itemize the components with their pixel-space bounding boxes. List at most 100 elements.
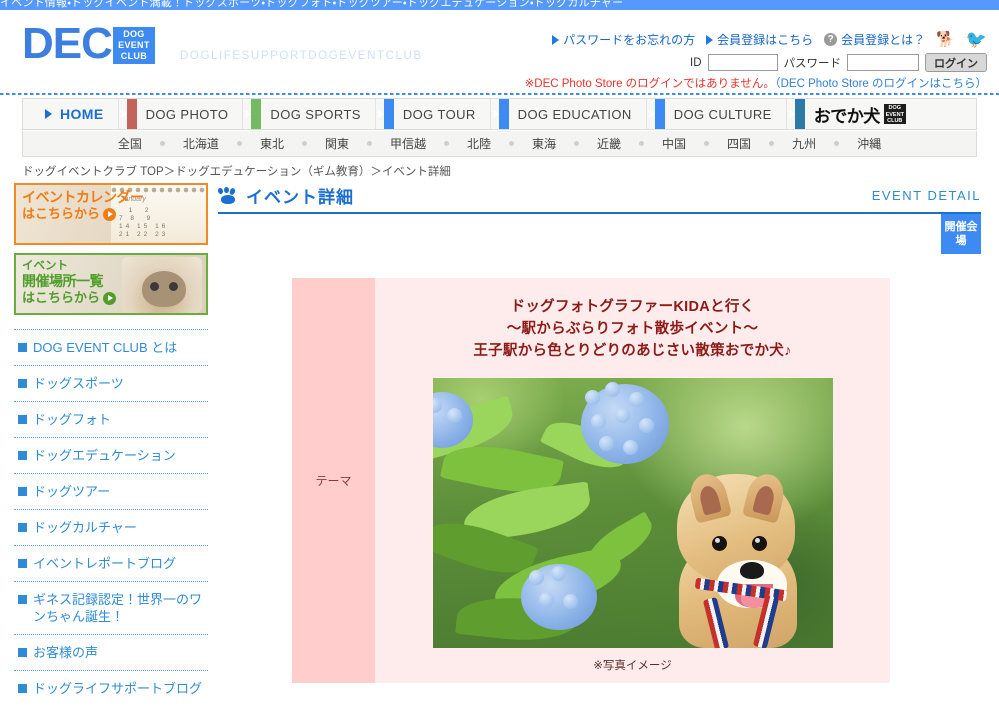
- sidebar-item-dog-tour[interactable]: ドッグツアー: [14, 474, 208, 509]
- triangle-right-icon: [788, 110, 795, 118]
- photo-caption: ※写真イメージ: [593, 660, 672, 672]
- nav-label-dog-tour: DOG TOUR: [402, 106, 476, 122]
- nav-item-home[interactable]: HOME: [23, 99, 119, 129]
- region-item-zenkoku[interactable]: 全国: [100, 135, 160, 152]
- nav-item-dog-culture[interactable]: DOG CULTURE: [647, 99, 787, 129]
- region-item-chugoku[interactable]: 中国: [644, 135, 704, 152]
- register-link[interactable]: 会員登録はこちら: [706, 31, 813, 48]
- id-input[interactable]: [707, 54, 778, 71]
- venue-list-banner[interactable]: イベント 開催場所一覧 はこちらから: [14, 253, 208, 315]
- sidebar-item-label: ドッグフォト: [33, 412, 112, 427]
- sidebar-item-label: ドッグエデュケーション: [33, 448, 176, 463]
- triangle-right-icon: [245, 110, 252, 118]
- logo-badge: DOG EVENT CLUB: [112, 27, 155, 64]
- event-calendar-banner-text: イベントカレンダー はこちらから: [22, 189, 144, 222]
- logo-badge-line-3: CLUB: [120, 51, 147, 61]
- region-item-hokuriku[interactable]: 北陸: [449, 135, 509, 152]
- odekaken-label: おでか犬: [813, 106, 881, 126]
- region-item-kinki[interactable]: 近畿: [579, 135, 639, 152]
- dog-photo-image: [122, 257, 202, 313]
- sidebar-item-dog-education[interactable]: ドッグエデュケーション: [14, 438, 208, 473]
- logo-badge-line-1: DOG: [123, 29, 145, 39]
- square-bullet-icon: [18, 684, 27, 693]
- forgot-password-link[interactable]: パスワードをお忘れの方: [552, 31, 695, 48]
- sidebar-item-event-report-blog[interactable]: イベントレポートブログ: [14, 546, 208, 581]
- section-title-group: イベント詳細: [217, 183, 354, 208]
- breadcrumb[interactable]: ドッグイベントクラブ TOP＞ドッグエデュケーション（ギム教育）＞イベント詳細: [22, 163, 451, 179]
- triangle-right-icon: [552, 34, 560, 45]
- odekaken-badge-line-1: DOG: [888, 105, 902, 111]
- nav-item-dog-photo[interactable]: DOG PHOTO: [119, 99, 244, 129]
- play-arrow-icon: [103, 207, 117, 221]
- password-label: パスワード: [783, 57, 842, 70]
- region-item-okinawa[interactable]: 沖縄: [839, 135, 899, 152]
- logo-badge-line-2: EVENT: [118, 40, 150, 50]
- triangle-right-icon: [120, 110, 127, 118]
- odekaken-badge-line-3: CLUB: [887, 118, 903, 124]
- login-button[interactable]: ログイン: [925, 53, 987, 72]
- venue-list-banner-text: イベント 開催場所一覧 はこちらから: [22, 259, 117, 306]
- event-title: ドッグフォトグラファーKIDAと行く ～駅からぶらりフォト散歩イベント～ 王子駅…: [389, 296, 876, 362]
- sidebar-item-label: イベントレポートブログ: [33, 556, 177, 571]
- photo-store-login-link[interactable]: （DEC Photo Store のログインはこちら）: [775, 78, 987, 90]
- region-item-hokkaido[interactable]: 北海道: [165, 135, 237, 152]
- triangle-right-icon: [377, 110, 384, 118]
- section-header: イベント詳細 EVENT DETAIL: [217, 183, 981, 214]
- nav-item-dog-tour[interactable]: DOG TOUR: [376, 99, 491, 129]
- region-item-kyushu[interactable]: 九州: [774, 135, 834, 152]
- sidebar-item-label: ドッグライフサポートブログ: [33, 681, 203, 696]
- logo-text: DEC: [22, 19, 113, 68]
- site-logo[interactable]: DEC DOG EVENT CLUB: [22, 19, 155, 68]
- id-label: ID: [690, 56, 702, 69]
- nav-item-odekaken[interactable]: おでか犬 DOG EVENT CLUB: [787, 99, 920, 129]
- marquee-text: イベント情報・ドッグイベント満載！ドッグスポーツ・ドッグフォト・ドッグツアー・ド…: [0, 0, 624, 9]
- about-membership-link[interactable]: ? 会員登録とは？: [824, 31, 925, 48]
- dog-face-icon: [142, 271, 186, 307]
- venue-button[interactable]: 開催会場: [941, 214, 981, 254]
- theme-label: テーマ: [315, 474, 352, 488]
- nav-item-dog-sports[interactable]: DOG SPORTS: [243, 99, 376, 129]
- event-title-line-1: ドッグフォトグラファーKIDAと行く: [510, 299, 755, 315]
- sidebar-item-guinness-record[interactable]: ギネス記録認定！世界一のワンちゃん誕生！: [14, 582, 208, 634]
- nav-accent-bar: [251, 99, 262, 129]
- venue-list-banner-title: 開催場所一覧: [22, 273, 104, 289]
- event-title-line-3: 王子駅から色とりどりのあじさい散策おでか犬♪: [473, 343, 792, 359]
- region-item-shikoku[interactable]: 四国: [709, 135, 769, 152]
- odekaken-badge: DOG EVENT CLUB: [883, 104, 906, 124]
- site-header: DEC DOG EVENT CLUB DOGLIFESUPPORTDOGEVEN…: [0, 10, 999, 93]
- square-bullet-icon: [18, 487, 27, 496]
- region-item-tohoku[interactable]: 東北: [242, 135, 302, 152]
- event-title-line-2: ～駅からぶらりフォト散歩イベント～: [506, 321, 759, 337]
- nav-item-dog-education[interactable]: DOG EDUCATION: [491, 99, 647, 129]
- square-bullet-icon: [18, 595, 27, 604]
- triangle-right-icon: [492, 110, 499, 118]
- nav-accent-bar: [794, 99, 805, 129]
- question-mark-icon: ?: [824, 33, 838, 46]
- dog-icon[interactable]: 🐕: [936, 32, 955, 47]
- nav-label-dog-culture: DOG CULTURE: [673, 106, 772, 122]
- sidebar: January 1 27 8 9 14 15 16 21 22 23 イベントカレン…: [14, 183, 212, 706]
- twitter-bird-icon[interactable]: 🐦: [966, 31, 987, 48]
- event-body: ドッグフォトグラファーKIDAと行く ～駅からぶらりフォト散歩イベント～ 王子駅…: [375, 278, 890, 683]
- region-item-koshinetsu[interactable]: 甲信越: [372, 135, 444, 152]
- sidebar-item-dog-sports[interactable]: ドッグスポーツ: [14, 366, 208, 401]
- square-bullet-icon: [18, 379, 27, 388]
- marquee-strip: イベント情報・ドッグイベント満載！ドッグスポーツ・ドッグフォト・ドッグツアー・ド…: [0, 0, 999, 10]
- sidebar-item-customer-voice[interactable]: お客様の声: [14, 635, 208, 670]
- event-calendar-banner[interactable]: January 1 27 8 9 14 15 16 21 22 23 イベントカレン…: [14, 183, 208, 245]
- sidebar-item-dog-culture[interactable]: ドッグカルチャー: [14, 510, 208, 545]
- nav-label-home: HOME: [60, 106, 104, 122]
- event-calendar-banner-title: イベントカレンダー: [22, 189, 144, 205]
- login-notice: ※DEC Photo Store のログインではありません。（DEC Photo…: [525, 75, 987, 91]
- sidebar-item-label: お客様の声: [33, 645, 99, 660]
- password-input[interactable]: [847, 54, 919, 71]
- region-item-tokai[interactable]: 東海: [514, 135, 574, 152]
- region-item-kanto[interactable]: 関東: [307, 135, 367, 152]
- sidebar-item-label: DOG EVENT CLUB とは: [33, 340, 178, 355]
- sidebar-item-dog-photo[interactable]: ドッグフォト: [14, 402, 208, 437]
- register-label: 会員登録はこちら: [717, 33, 814, 47]
- login-form: ID パスワード ログイン: [690, 53, 987, 72]
- sidebar-item-about[interactable]: DOG EVENT CLUB とは: [14, 330, 208, 365]
- sidebar-item-doglife-support-blog[interactable]: ドッグライフサポートブログ: [14, 671, 208, 706]
- event-detail-panel: テーマ ドッグフォトグラファーKIDAと行く ～駅からぶらりフォト散歩イベント～…: [292, 278, 890, 683]
